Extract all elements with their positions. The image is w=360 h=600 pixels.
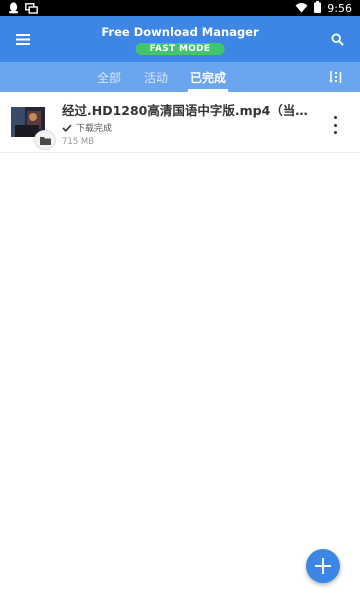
tab-bar: 全部 活动 已完成 xyxy=(0,62,360,92)
tab-active[interactable]: 活动 xyxy=(144,69,168,86)
check-icon xyxy=(62,123,72,132)
tab-completed[interactable]: 已完成 xyxy=(190,69,226,86)
app-title: Free Download Manager xyxy=(101,25,259,39)
search-icon xyxy=(330,32,344,46)
battery-icon xyxy=(314,1,322,16)
more-options-button[interactable] xyxy=(330,116,340,134)
clock: 9:56 xyxy=(327,2,352,15)
sort-icon xyxy=(329,71,342,83)
tab-all[interactable]: 全部 xyxy=(97,69,121,86)
wifi-icon xyxy=(295,2,308,16)
sort-button[interactable] xyxy=(328,69,344,85)
folder-icon xyxy=(39,136,51,145)
open-folder-button[interactable] xyxy=(34,130,56,150)
file-name: 经过.HD1280高清国语中字版.mp4（当快软件园） xyxy=(62,103,320,118)
more-vert-icon-dot xyxy=(333,123,337,127)
more-vert-icon xyxy=(333,116,337,119)
status-bar: 9:56 xyxy=(0,0,360,16)
more-vert-icon-dot xyxy=(333,131,337,134)
qq-icon xyxy=(8,2,19,17)
download-status: 下载完成 xyxy=(62,121,112,134)
app-bar: Free Download Manager FAST MODE xyxy=(0,16,360,62)
plus-icon xyxy=(315,558,331,574)
search-button[interactable] xyxy=(326,28,348,50)
status-text: 下载完成 xyxy=(76,124,113,134)
screen-mirror-icon xyxy=(25,2,38,17)
add-download-button[interactable] xyxy=(306,549,340,583)
fast-mode-badge[interactable]: FAST MODE xyxy=(135,43,225,55)
file-size: 715 MB xyxy=(62,137,95,147)
